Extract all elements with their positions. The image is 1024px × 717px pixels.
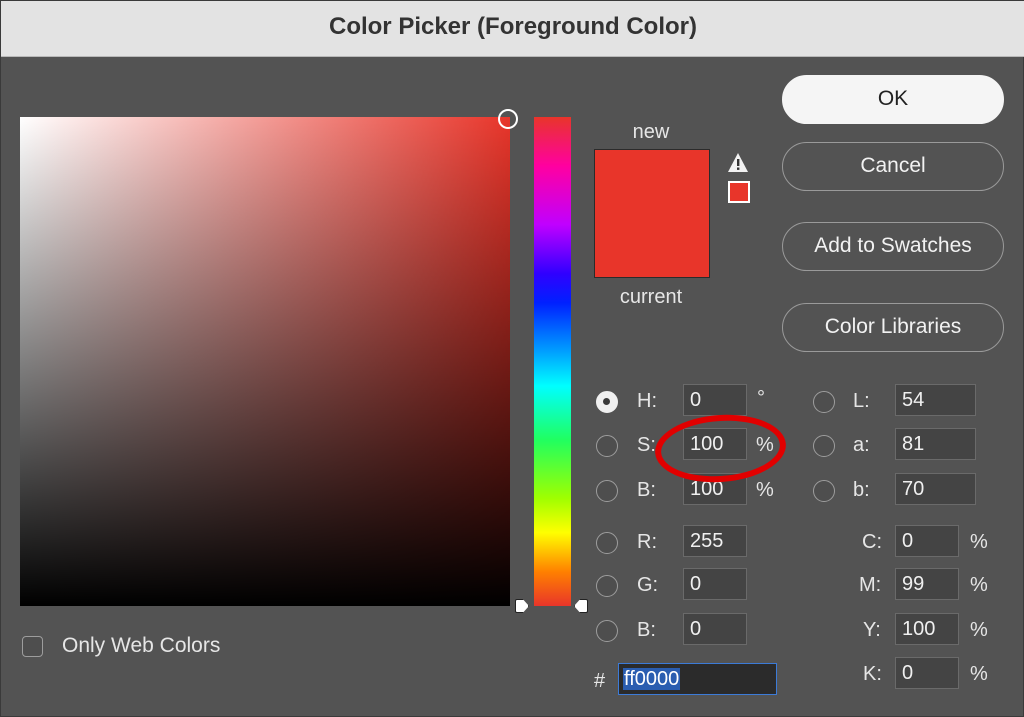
red-label: R: xyxy=(637,531,657,553)
lab-a-radio[interactable] xyxy=(813,435,835,457)
red-radio[interactable] xyxy=(596,532,618,554)
current-color-label: current xyxy=(619,286,683,308)
blue-input[interactable]: 0 xyxy=(683,613,747,645)
color-preview-swatch[interactable] xyxy=(594,149,710,278)
brightness-unit: % xyxy=(756,479,774,501)
gamut-correction-swatch[interactable] xyxy=(728,181,750,203)
green-label: G: xyxy=(637,574,659,596)
hue-slider-right-handle[interactable] xyxy=(574,599,588,613)
dialog-title: Color Picker (Foreground Color) xyxy=(1,1,1024,57)
yellow-label: Y: xyxy=(863,619,881,641)
add-to-swatches-button[interactable]: Add to Swatches xyxy=(782,222,1004,271)
black-input[interactable]: 0 xyxy=(895,657,959,689)
lab-b-radio[interactable] xyxy=(813,480,835,502)
color-libraries-button[interactable]: Color Libraries xyxy=(782,303,1004,352)
saturation-brightness-field[interactable] xyxy=(20,117,510,606)
cyan-unit: % xyxy=(970,531,988,553)
cyan-input[interactable]: 0 xyxy=(895,525,959,557)
ok-button[interactable]: OK xyxy=(782,75,1004,124)
green-radio[interactable] xyxy=(596,575,618,597)
lab-a-input[interactable]: 81 xyxy=(895,428,976,460)
black-unit: % xyxy=(970,663,988,685)
lab-l-input[interactable]: 54 xyxy=(895,384,976,416)
blue-label: B: xyxy=(637,619,656,641)
magenta-label: M: xyxy=(859,574,882,596)
out-of-gamut-warning-icon[interactable] xyxy=(727,152,749,174)
hex-value: ff0000 xyxy=(623,668,681,690)
degree-unit: ° xyxy=(757,387,765,409)
hue-input[interactable]: 0 xyxy=(683,384,747,416)
lab-b-input[interactable]: 70 xyxy=(895,473,976,505)
hex-prefix: # xyxy=(594,670,606,692)
hex-input[interactable]: ff0000 xyxy=(618,663,777,695)
magenta-input[interactable]: 99 xyxy=(895,568,959,600)
green-input[interactable]: 0 xyxy=(683,568,747,600)
lab-b-label: b: xyxy=(853,479,870,501)
red-input[interactable]: 255 xyxy=(683,525,747,557)
lab-a-label: a: xyxy=(853,434,870,456)
annotation-circle xyxy=(652,410,789,487)
hue-label: H: xyxy=(637,390,657,412)
brightness-label: B: xyxy=(637,479,656,501)
brightness-radio[interactable] xyxy=(596,480,618,502)
yellow-unit: % xyxy=(970,619,988,641)
new-color-label: new xyxy=(632,121,670,143)
saturation-radio[interactable] xyxy=(596,435,618,457)
hue-slider-left-handle[interactable] xyxy=(515,599,529,613)
lab-l-radio[interactable] xyxy=(813,391,835,413)
color-field-cursor[interactable] xyxy=(498,109,518,129)
yellow-input[interactable]: 100 xyxy=(895,613,959,645)
magenta-unit: % xyxy=(970,574,988,596)
hue-radio[interactable] xyxy=(596,391,618,413)
only-web-colors-checkbox[interactable] xyxy=(22,636,43,657)
cyan-label: C: xyxy=(862,531,882,553)
hue-slider[interactable] xyxy=(534,117,571,606)
black-label: K: xyxy=(863,663,882,685)
only-web-colors-label: Only Web Colors xyxy=(62,634,221,657)
color-picker-dialog: Color Picker (Foreground Color) new curr… xyxy=(0,0,1024,717)
blue-radio[interactable] xyxy=(596,620,618,642)
cancel-button[interactable]: Cancel xyxy=(782,142,1004,191)
lab-l-label: L: xyxy=(853,390,870,412)
saturation-label: S: xyxy=(637,434,656,456)
